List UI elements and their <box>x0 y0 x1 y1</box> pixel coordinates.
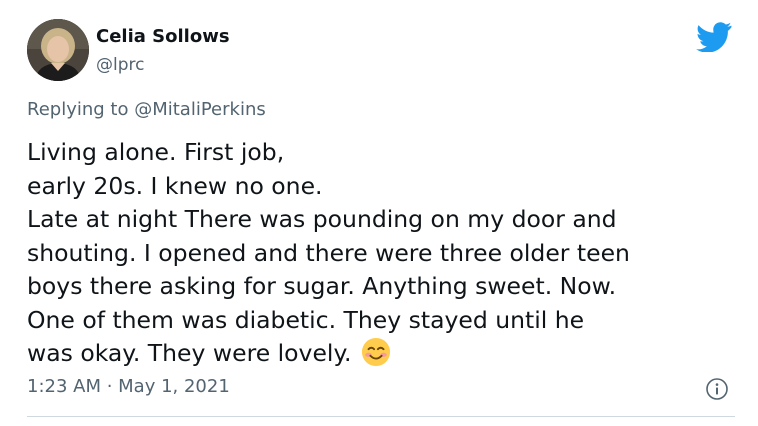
avatar-photo <box>27 19 89 81</box>
divider <box>27 416 735 417</box>
tweet-card: Celia Sollows @lprc Replying to @MitaliP… <box>0 0 758 426</box>
smiling-face-emoji-icon <box>362 337 391 367</box>
author-handle[interactable]: @lprc <box>96 55 144 75</box>
replying-to-line: Replying to @MitaliPerkins <box>27 99 266 120</box>
avatar[interactable] <box>27 19 89 81</box>
tweet-body: Living alone. First job, early 20s. I kn… <box>27 136 737 371</box>
tweet-body-last-line: was okay. They were lovely. <box>27 337 737 371</box>
tweet-body-line: Living alone. First job, <box>27 138 285 166</box>
tweet-body-line: Late at night There was pounding on my d… <box>27 205 617 233</box>
info-icon[interactable] <box>705 377 729 401</box>
tweet-body-line: was okay. They were lovely. <box>27 339 352 367</box>
reply-mention-link[interactable]: @MitaliPerkins <box>134 99 266 120</box>
twitter-bird-icon[interactable] <box>696 22 732 52</box>
replying-to-label: Replying to <box>27 99 129 120</box>
tweet-body-line: One of them was diabetic. They stayed un… <box>27 305 585 334</box>
tweet-body-line: early 20s. I knew no one. <box>27 171 323 200</box>
tweet-body-line: boys there asking for sugar. Anything sw… <box>27 272 617 300</box>
tweet-timestamp[interactable]: 1:23 AM · May 1, 2021 <box>27 376 230 397</box>
author-display-name[interactable]: Celia Sollows <box>96 26 230 47</box>
tweet-body-line: shouting. I opened and there were three … <box>27 238 630 267</box>
